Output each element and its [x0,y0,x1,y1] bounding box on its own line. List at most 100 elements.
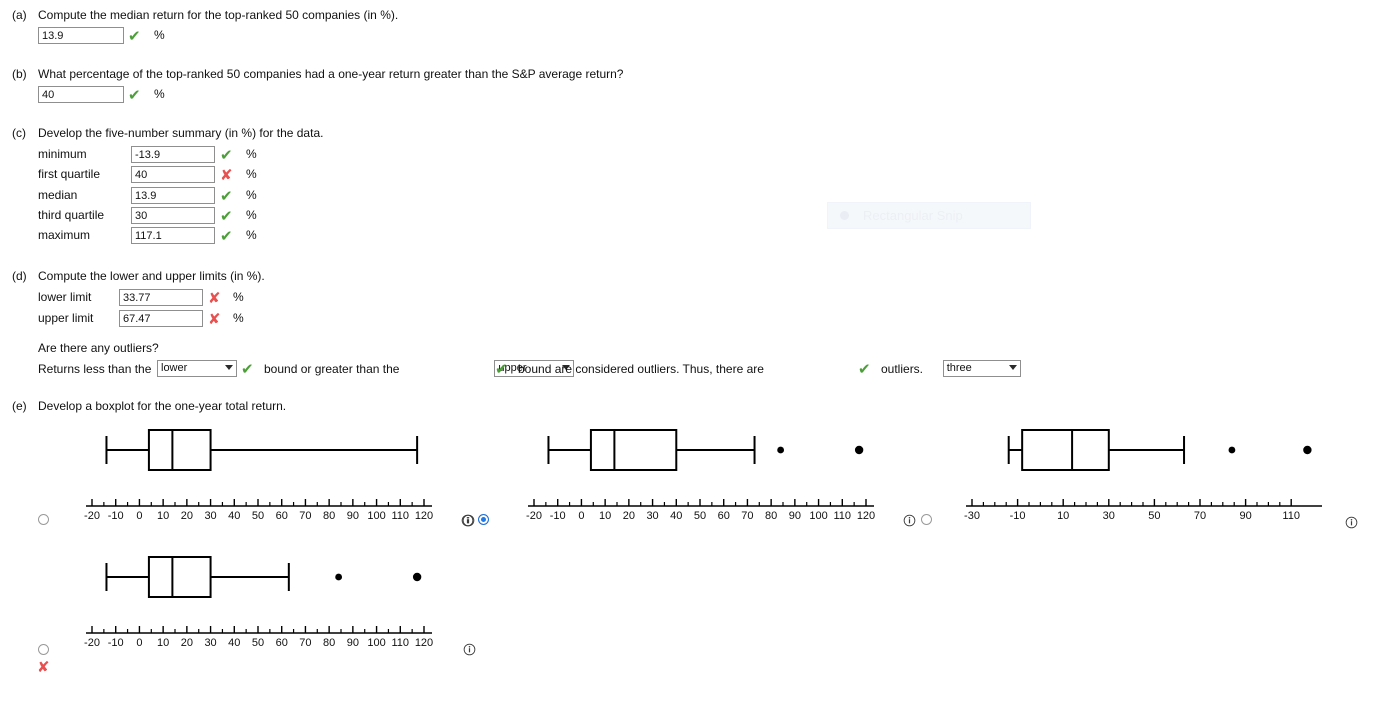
part-c-row-2-unit: % [246,188,257,202]
part-d-row-0-unit: % [233,290,244,304]
svg-text:0: 0 [136,510,142,522]
outlier-count-select[interactable]: three [942,360,1021,377]
part-c-row-4-input[interactable] [131,227,215,244]
part-c-row-1-unit: % [246,167,257,181]
part-d-sentence-middle: bound or greater than the [264,362,400,376]
part-c-row-0-unit: % [246,147,257,161]
part-c-row-3-input[interactable] [131,207,215,224]
bound-low-select[interactable]: lower [157,360,237,377]
part-d-row-1-wrong-icon: ✘ [208,310,221,328]
radio-option-d[interactable] [38,644,49,655]
svg-text:0: 0 [578,510,584,522]
outlier-count-value: three [946,362,972,374]
svg-text:70: 70 [299,637,311,649]
svg-text:120: 120 [857,510,875,522]
svg-text:-10: -10 [550,510,566,522]
svg-text:20: 20 [181,637,193,649]
bound-high-correct-icon: ✔ [495,360,508,378]
svg-text:100: 100 [367,510,385,522]
boxplot-option-d[interactable]: -20 -10 0 10 20 30 40 50 60 70 80 90 100 110 120 [80,547,440,652]
info-icon-option-b[interactable] [461,514,474,527]
svg-text:90: 90 [1239,510,1251,522]
part-d-sentence-lead: Returns less than the [38,362,152,376]
svg-text:80: 80 [323,510,335,522]
part-c-row-3-correct-icon: ✔ [220,207,233,225]
svg-text:120: 120 [415,510,433,522]
snip-label: Rectangular Snip [863,208,963,223]
part-b-answer-input[interactable] [38,86,124,103]
svg-text:110: 110 [392,510,410,522]
svg-text:100: 100 [367,637,385,649]
svg-text:0: 0 [136,637,142,649]
svg-text:110: 110 [1282,510,1300,522]
svg-text:10: 10 [599,510,611,522]
svg-text:-20: -20 [526,510,542,522]
part-b-letter: (b) [12,67,27,81]
rectangular-snip-overlay: Rectangular Snip [827,202,1031,229]
info-icon [463,643,476,656]
bound-low-value: lower [161,362,188,374]
svg-text:20: 20 [181,510,193,522]
svg-text:90: 90 [789,510,801,522]
part-a-answer-input[interactable] [38,27,124,44]
boxplot-option-a[interactable]: -20 -10 0 10 20 30 40 50 60 70 80 90 100 110 120 [80,420,440,525]
svg-text:70: 70 [1194,510,1206,522]
svg-text:-10: -10 [1010,510,1026,522]
svg-text:-20: -20 [84,510,100,522]
info-icon-option-c[interactable] [903,514,916,527]
radio-option-a[interactable] [38,514,49,525]
part-a-correct-icon: ✔ [128,27,141,45]
svg-text:-30: -30 [964,510,980,522]
svg-text:50: 50 [694,510,706,522]
part-d-outliers-question: Are there any outliers? [38,341,159,355]
part-c-row-1-input[interactable] [131,166,215,183]
boxplot-c-svg: -30 -10 10 30 50 70 90 110 [964,429,1322,522]
part-d-row-1-unit: % [233,311,244,325]
radio-option-c[interactable] [921,514,932,525]
svg-text:50: 50 [252,510,264,522]
svg-text:40: 40 [228,510,240,522]
svg-text:20: 20 [623,510,635,522]
svg-text:80: 80 [765,510,777,522]
part-c-row-2-correct-icon: ✔ [220,187,233,205]
svg-text:40: 40 [670,510,682,522]
part-c-prompt: Develop the five-number summary (in %) f… [38,126,324,140]
part-c-row-4-correct-icon: ✔ [220,227,233,245]
snip-dot-icon [840,211,849,220]
part-b-prompt: What percentage of the top-ranked 50 com… [38,67,624,81]
part-d-letter: (d) [12,269,27,283]
info-icon-option-d[interactable] [463,643,476,656]
part-d-row-0-wrong-icon: ✘ [208,289,221,307]
svg-text:30: 30 [646,510,658,522]
info-icon-option-c-right[interactable] [1345,516,1358,529]
part-a-letter: (a) [12,8,27,22]
svg-text:120: 120 [415,637,433,649]
svg-text:-10: -10 [108,637,124,649]
part-d-sentence-tail: bound are considered outliers. Thus, the… [518,362,764,376]
bound-low-correct-icon: ✔ [241,360,254,378]
part-c-row-1-wrong-icon: ✘ [220,166,233,184]
boxplot-option-b[interactable]: -20 -10 0 10 20 30 40 50 60 70 80 90 100 110 120 [522,420,882,525]
boxplot-option-c[interactable]: -30 -10 10 30 50 70 90 110 [960,420,1330,525]
part-d-row-1-input[interactable] [119,310,203,327]
chevron-down-icon [225,365,233,370]
part-c-row-1-label: first quartile [38,167,101,181]
part-c-row-0-input[interactable] [131,146,215,163]
part-a-prompt: Compute the median return for the top-ra… [38,8,399,22]
part-c-row-3-unit: % [246,208,257,222]
boxplot-a-svg: -20 -10 0 10 20 30 40 50 60 70 80 90 100 110 120 [84,429,433,522]
svg-text:50: 50 [252,637,264,649]
part-c-row-3-label: third quartile [38,208,105,222]
boxplot-b-svg: -20 -10 0 10 20 30 40 50 60 70 80 90 100 110 120 [526,429,875,522]
info-icon [1345,516,1358,529]
part-c-row-0-correct-icon: ✔ [220,146,233,164]
chevron-down-icon [1008,365,1017,370]
radio-option-b[interactable] [478,514,489,525]
part-d-row-0-input[interactable] [119,289,203,306]
part-c-row-0-label: minimum [38,147,87,161]
svg-text:30: 30 [204,510,216,522]
svg-text:30: 30 [204,637,216,649]
svg-text:10: 10 [157,510,169,522]
part-c-row-2-input[interactable] [131,187,215,204]
boxplot-d-svg: -20 -10 0 10 20 30 40 50 60 70 80 90 100 110 120 [84,556,433,649]
